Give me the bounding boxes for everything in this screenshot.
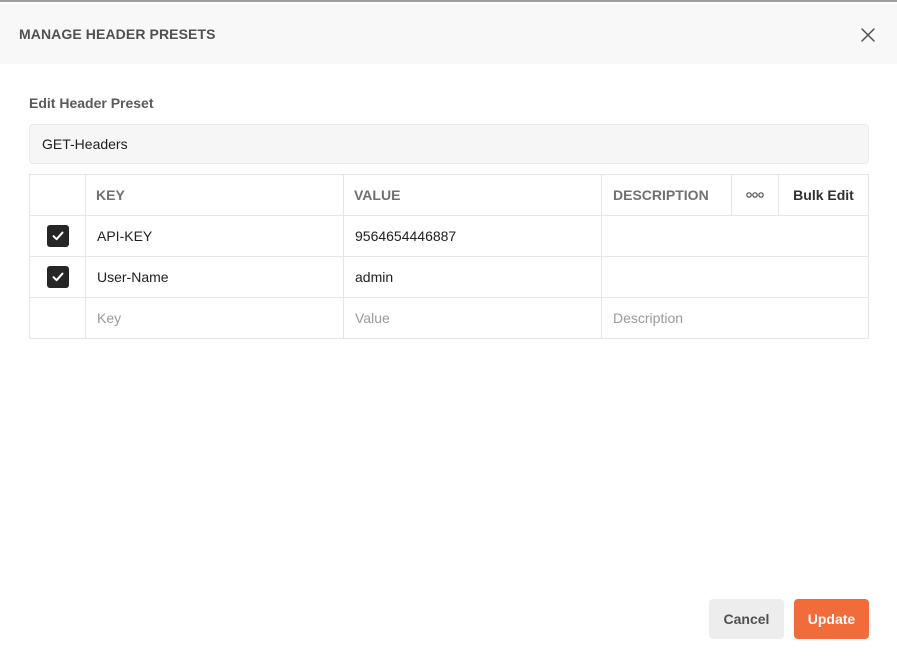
row-value-cell[interactable]: admin	[344, 257, 602, 297]
new-value-cell	[344, 298, 602, 338]
table-row: User-Name admin	[30, 257, 868, 298]
dialog-header: MANAGE HEADER PRESETS	[0, 4, 897, 64]
row-checkbox[interactable]	[46, 266, 69, 288]
preset-name-input[interactable]	[29, 124, 869, 164]
table-header-row: KEY VALUE DESCRIPTION Bulk Edit	[30, 175, 868, 216]
manage-header-presets-dialog: MANAGE HEADER PRESETS Edit Header Preset…	[0, 0, 897, 660]
update-button[interactable]: Update	[794, 599, 869, 639]
more-options-button[interactable]	[732, 175, 779, 215]
new-key-cell	[86, 298, 344, 338]
more-options-icon	[746, 192, 764, 198]
close-icon	[861, 28, 875, 42]
table-row: API-KEY 9564654446887	[30, 216, 868, 257]
check-icon	[52, 231, 63, 241]
headers-table: KEY VALUE DESCRIPTION Bulk Edit API-KEY …	[29, 174, 869, 339]
row-check-cell	[30, 298, 86, 338]
close-button[interactable]	[857, 24, 879, 46]
new-header-row	[30, 298, 868, 339]
row-value-cell[interactable]: 9564654446887	[344, 216, 602, 256]
column-header-key: KEY	[86, 175, 344, 215]
header-check-cell	[30, 175, 86, 215]
new-key-input[interactable]	[97, 298, 343, 338]
row-check-cell	[30, 257, 86, 297]
bulk-edit-button[interactable]: Bulk Edit	[779, 175, 868, 215]
check-icon	[52, 272, 63, 282]
row-checkbox[interactable]	[46, 225, 69, 247]
new-description-input[interactable]	[613, 298, 868, 338]
dialog-title: MANAGE HEADER PRESETS	[19, 26, 216, 42]
edit-header-preset-label: Edit Header Preset	[29, 95, 154, 111]
column-header-description: DESCRIPTION	[602, 175, 732, 215]
row-description-cell[interactable]	[602, 216, 868, 256]
row-description-cell[interactable]	[602, 257, 868, 297]
new-value-input[interactable]	[355, 298, 601, 338]
cancel-button[interactable]: Cancel	[709, 599, 784, 639]
row-key-cell[interactable]: API-KEY	[86, 216, 344, 256]
row-key-cell[interactable]: User-Name	[86, 257, 344, 297]
row-check-cell	[30, 216, 86, 256]
column-header-value: VALUE	[344, 175, 602, 215]
new-description-cell	[602, 298, 868, 338]
